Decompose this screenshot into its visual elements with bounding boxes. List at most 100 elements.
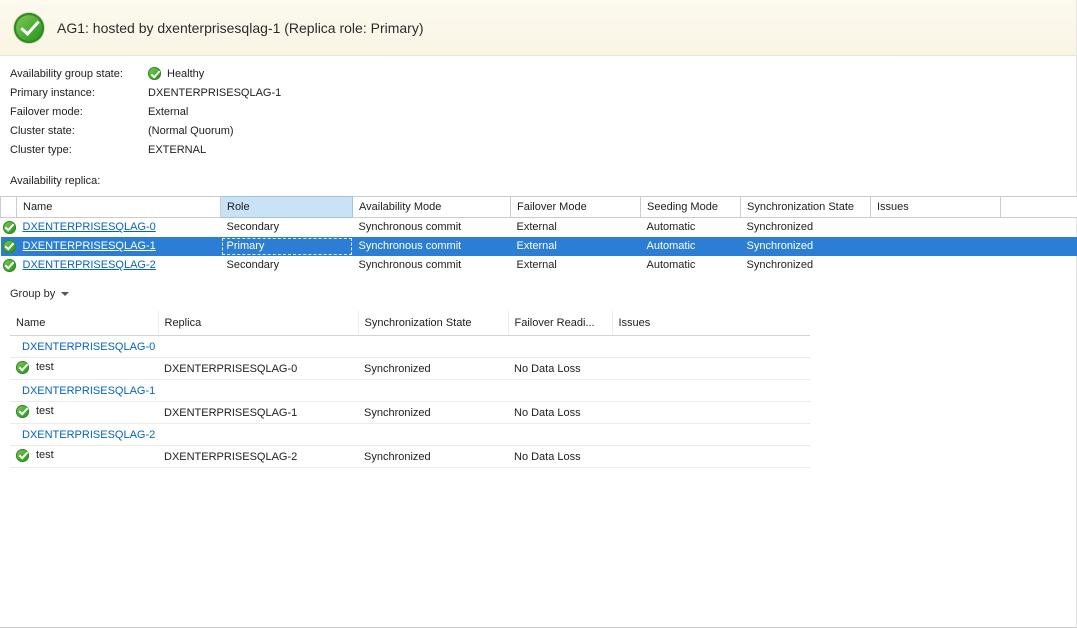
db-col-failover-readiness[interactable]: Failover Readi... <box>508 311 612 336</box>
summary-panel: Availability group state: Healthy Primar… <box>0 56 1076 159</box>
database-row[interactable]: test DXENTERPRISESQLAG-2 Synchronized No… <box>10 446 810 468</box>
replica-col-availability-mode[interactable]: Availability Mode <box>353 197 511 218</box>
replica-status-cell <box>1 218 17 237</box>
summary-label: Primary instance: <box>10 87 148 99</box>
replica-name-cell: DXENTERPRISESQLAG-0 <box>17 218 221 237</box>
replica-row[interactable]: DXENTERPRISESQLAG-0 Secondary Synchronou… <box>1 218 1077 237</box>
replica-ok-icon <box>3 221 16 234</box>
summary-value: (Normal Quorum) <box>148 125 234 137</box>
db-sync-state-cell: Synchronized <box>358 402 508 424</box>
summary-label: Failover mode: <box>10 106 148 118</box>
database-group-header[interactable]: DXENTERPRISESQLAG-2 <box>10 424 810 446</box>
replica-seeding-mode-cell: Automatic <box>641 218 741 237</box>
replica-sync-state-cell: Synchronized <box>741 256 871 275</box>
summary-value: EXTERNAL <box>148 144 206 156</box>
replica-filler-cell <box>1001 256 1077 275</box>
replica-name-link[interactable]: DXENTERPRISESQLAG-1 <box>23 240 156 252</box>
replica-role-cell: Secondary <box>221 218 353 237</box>
summary-value: Healthy <box>167 68 204 80</box>
db-ok-icon <box>16 449 29 462</box>
availability-replica-table: Name Role Availability Mode Failover Mod… <box>0 196 1077 275</box>
group-by-button[interactable]: Group by <box>10 288 69 300</box>
replica-role-cell: Secondary <box>221 256 353 275</box>
db-name-cell: test <box>10 402 158 424</box>
replica-filler-cell <box>1001 218 1077 237</box>
db-ok-icon <box>16 405 29 418</box>
database-group-name[interactable]: DXENTERPRISESQLAG-2 <box>10 424 810 446</box>
replica-row-selected[interactable]: DXENTERPRISESQLAG-1 Primary Synchronous … <box>1 237 1077 256</box>
replica-sync-state-cell: Synchronized <box>741 237 871 256</box>
db-col-issues[interactable]: Issues <box>612 311 810 336</box>
db-name-text: test <box>36 449 54 461</box>
summary-row-failover-mode: Failover mode: External <box>10 102 1076 121</box>
replica-table-header-row: Name Role Availability Mode Failover Mod… <box>1 197 1077 218</box>
replica-availability-mode-cell: Synchronous commit <box>353 256 511 275</box>
replica-failover-mode-cell: External <box>511 256 641 275</box>
database-group-header[interactable]: DXENTERPRISESQLAG-0 <box>10 336 810 358</box>
summary-value: DXENTERPRISESQLAG-1 <box>148 87 281 99</box>
replica-name-cell: DXENTERPRISESQLAG-2 <box>17 256 221 275</box>
db-failover-readiness-cell: No Data Loss <box>508 446 612 468</box>
summary-row-primary-instance: Primary instance: DXENTERPRISESQLAG-1 <box>10 83 1076 102</box>
page-title: AG1: hosted by dxenterprisesqlag-1 (Repl… <box>57 20 424 36</box>
db-replica-cell: DXENTERPRISESQLAG-2 <box>158 446 358 468</box>
db-failover-readiness-cell: No Data Loss <box>508 402 612 424</box>
db-col-replica[interactable]: Replica <box>158 311 358 336</box>
db-issues-cell <box>612 402 810 424</box>
healthy-check-icon <box>148 67 161 80</box>
db-col-name[interactable]: Name <box>10 311 158 336</box>
db-sync-state-cell: Synchronized <box>358 358 508 380</box>
replica-availability-mode-cell: Synchronous commit <box>353 218 511 237</box>
db-failover-readiness-cell: No Data Loss <box>508 358 612 380</box>
ag-dashboard: AG1: hosted by dxenterprisesqlag-1 (Repl… <box>0 0 1076 468</box>
replica-name-link[interactable]: DXENTERPRISESQLAG-2 <box>23 259 156 271</box>
replica-ok-icon <box>3 240 16 253</box>
replica-seeding-mode-cell: Automatic <box>641 237 741 256</box>
replica-ok-icon <box>3 259 16 272</box>
replica-availability-mode-cell: Synchronous commit <box>353 237 511 256</box>
db-name-text: test <box>36 405 54 417</box>
chevron-down-icon <box>61 292 69 296</box>
database-row[interactable]: test DXENTERPRISESQLAG-0 Synchronized No… <box>10 358 810 380</box>
replica-name-link[interactable]: DXENTERPRISESQLAG-0 <box>23 221 156 233</box>
database-row[interactable]: test DXENTERPRISESQLAG-1 Synchronized No… <box>10 402 810 424</box>
summary-row-cluster-type: Cluster type: EXTERNAL <box>10 140 1076 159</box>
replica-col-failover-mode[interactable]: Failover Mode <box>511 197 641 218</box>
replica-issues-cell <box>871 256 1001 275</box>
db-issues-cell <box>612 358 810 380</box>
replica-col-role[interactable]: Role <box>221 197 353 218</box>
db-replica-cell: DXENTERPRISESQLAG-0 <box>158 358 358 380</box>
summary-label: Cluster type: <box>10 144 148 156</box>
replica-name-cell: DXENTERPRISESQLAG-1 <box>17 237 221 256</box>
summary-value: External <box>148 106 188 118</box>
replica-seeding-mode-cell: Automatic <box>641 256 741 275</box>
database-group-name[interactable]: DXENTERPRISESQLAG-1 <box>10 380 810 402</box>
db-issues-cell <box>612 446 810 468</box>
db-replica-cell: DXENTERPRISESQLAG-1 <box>158 402 358 424</box>
summary-label: Availability group state: <box>10 68 148 80</box>
database-group-header[interactable]: DXENTERPRISESQLAG-1 <box>10 380 810 402</box>
replica-issues-cell <box>871 218 1001 237</box>
replica-col-status-icon[interactable] <box>1 197 17 218</box>
db-sync-state-cell: Synchronized <box>358 446 508 468</box>
summary-row-cluster-state: Cluster state: (Normal Quorum) <box>10 121 1076 140</box>
dashboard-header: AG1: hosted by dxenterprisesqlag-1 (Repl… <box>0 0 1076 56</box>
summary-row-group-state: Availability group state: Healthy <box>10 64 1076 83</box>
healthy-check-icon <box>14 13 44 43</box>
replica-col-issues[interactable]: Issues <box>871 197 1001 218</box>
database-table: Name Replica Synchronization State Failo… <box>10 311 810 469</box>
replica-failover-mode-cell: External <box>511 218 641 237</box>
database-group-name[interactable]: DXENTERPRISESQLAG-0 <box>10 336 810 358</box>
replica-row[interactable]: DXENTERPRISESQLAG-2 Secondary Synchronou… <box>1 256 1077 275</box>
database-table-header-row: Name Replica Synchronization State Failo… <box>10 311 810 336</box>
db-name-text: test <box>36 361 54 373</box>
db-name-cell: test <box>10 446 158 468</box>
db-col-synchronization-state[interactable]: Synchronization State <box>358 311 508 336</box>
summary-label: Cluster state: <box>10 125 148 137</box>
replica-col-name[interactable]: Name <box>17 197 221 218</box>
replica-status-cell <box>1 237 17 256</box>
replica-issues-cell <box>871 237 1001 256</box>
replica-col-seeding-mode[interactable]: Seeding Mode <box>641 197 741 218</box>
replica-col-synchronization-state[interactable]: Synchronization State <box>741 197 871 218</box>
availability-replica-label: Availability replica: <box>10 175 1076 187</box>
